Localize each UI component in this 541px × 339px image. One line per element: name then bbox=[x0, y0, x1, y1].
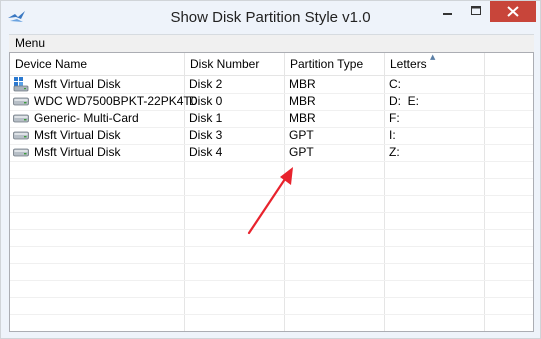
annotation-arrow-icon bbox=[247, 167, 293, 235]
close-icon bbox=[507, 6, 519, 17]
device-name: Msft Virtual Disk bbox=[34, 77, 121, 91]
column-header-empty bbox=[485, 53, 533, 75]
menu-item-menu[interactable]: Menu bbox=[15, 36, 45, 50]
row-divider bbox=[10, 314, 533, 315]
maximize-icon bbox=[471, 6, 481, 15]
close-button[interactable] bbox=[490, 1, 536, 22]
virtual-disk-icon bbox=[13, 77, 29, 92]
maximize-button[interactable] bbox=[462, 1, 490, 22]
drive-letters: Z: bbox=[389, 145, 400, 159]
partition-type: GPT bbox=[289, 128, 314, 142]
drive-letters: D: E: bbox=[389, 94, 420, 108]
table-row[interactable]: Msft Virtual Disk Disk 2 MBR C: bbox=[10, 76, 533, 93]
table-row[interactable]: Msft Virtual Disk Disk 3 GPT I: bbox=[10, 127, 533, 144]
column-header-disk-number[interactable]: Disk Number bbox=[185, 53, 285, 75]
device-name: Generic- Multi-Card bbox=[34, 111, 139, 125]
table-row[interactable]: WDC WD7500BPKT-22PK4T0 Disk 0 MBR D: E: bbox=[10, 93, 533, 110]
disk-number: Disk 4 bbox=[189, 145, 223, 159]
disk-number: Disk 3 bbox=[189, 128, 223, 142]
hard-disk-icon bbox=[13, 131, 29, 140]
partition-type: MBR bbox=[289, 77, 316, 91]
drive-letters: F: bbox=[389, 111, 400, 125]
column-header-partition-type[interactable]: Partition Type bbox=[285, 53, 385, 75]
partition-type: GPT bbox=[289, 145, 314, 159]
column-header-device-name[interactable]: Device Name bbox=[10, 53, 185, 75]
list-header: Device Name Disk Number Partition Type L… bbox=[10, 53, 533, 76]
partition-type: MBR bbox=[289, 111, 316, 125]
row-divider bbox=[10, 280, 533, 281]
hard-disk-icon bbox=[13, 148, 29, 157]
table-row[interactable]: Generic- Multi-Card Disk 1 MBR F: bbox=[10, 110, 533, 127]
device-name: Msft Virtual Disk bbox=[34, 128, 121, 142]
menu-bar: Menu bbox=[9, 34, 534, 52]
hard-disk-icon bbox=[13, 97, 29, 106]
row-divider bbox=[10, 246, 533, 247]
row-divider bbox=[10, 297, 533, 298]
hard-disk-icon bbox=[13, 114, 29, 123]
minimize-icon bbox=[443, 13, 452, 15]
disk-number: Disk 1 bbox=[189, 111, 223, 125]
drive-letters: C: bbox=[389, 77, 401, 91]
device-name: Msft Virtual Disk bbox=[34, 145, 121, 159]
minimize-button[interactable] bbox=[433, 1, 462, 22]
app-window: Show Disk Partition Style v1.0 Menu Devi… bbox=[0, 0, 541, 339]
table-row[interactable]: Msft Virtual Disk Disk 4 GPT Z: bbox=[10, 144, 533, 161]
partition-type: MBR bbox=[289, 94, 316, 108]
sort-ascending-icon: ▲ bbox=[430, 53, 436, 61]
device-name: WDC WD7500BPKT-22PK4T0 bbox=[34, 94, 198, 108]
disk-number: Disk 2 bbox=[189, 77, 223, 91]
row-divider bbox=[10, 161, 533, 162]
title-bar[interactable]: Show Disk Partition Style v1.0 bbox=[1, 1, 540, 33]
row-divider bbox=[10, 263, 533, 264]
drive-letters: I: bbox=[389, 128, 396, 142]
disk-number: Disk 0 bbox=[189, 94, 223, 108]
